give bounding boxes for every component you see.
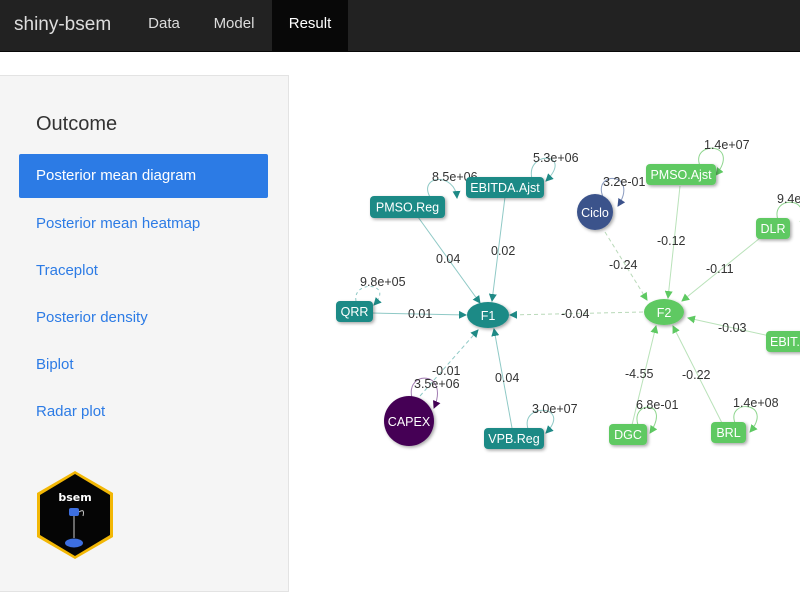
node-f1[interactable]: F1	[467, 302, 509, 328]
tab-model[interactable]: Model	[200, 0, 268, 51]
node-brl[interactable]: BRL	[711, 422, 746, 443]
node-capex[interactable]: CAPEX	[384, 396, 434, 446]
loading-ebit: -0.03	[718, 321, 747, 335]
node-dlr[interactable]: DLR	[756, 218, 790, 239]
node-dgc[interactable]: DGC	[609, 424, 647, 445]
variance-vpb: 3.0e+07	[532, 402, 578, 416]
loading-capex: -0.01	[432, 364, 461, 378]
node-dlr-label: DLR	[760, 222, 785, 236]
loading-f1-f2: -0.04	[561, 307, 590, 321]
node-brl-label: BRL	[716, 426, 740, 440]
sidebar-item-radar-plot[interactable]: Radar plot	[19, 390, 268, 434]
variance-ebitda: 5.3e+06	[533, 151, 579, 165]
sidebar-item-traceplot[interactable]: Traceplot	[19, 249, 268, 293]
node-f2-label: F2	[657, 306, 672, 320]
node-ciclo[interactable]: Ciclo	[577, 194, 613, 230]
node-capex-label: CAPEX	[388, 415, 431, 429]
logo-text: bsem	[58, 491, 91, 504]
loading-ebitda: 0.02	[491, 244, 515, 258]
node-ebitda-ajst-label: EBITDA.Ajst	[470, 181, 540, 195]
variance-ciclo: 3.2e-01	[603, 175, 645, 189]
variance-pmso-ajst: 1.4e+07	[704, 138, 750, 152]
variance-dlr: 9.4e	[777, 192, 800, 206]
tab-result[interactable]: Result	[272, 0, 348, 51]
sidebar-item-biplot[interactable]: Biplot	[19, 343, 268, 387]
loading-vpb: 0.04	[495, 371, 519, 385]
loading-ciclo: -0.24	[609, 258, 638, 272]
loading-dgc: -4.55	[625, 367, 654, 381]
node-vpb-reg[interactable]: VPB.Reg	[484, 428, 544, 449]
variance-qrr: 9.8e+05	[360, 275, 406, 289]
sidebar-item-posterior-mean-diagram[interactable]: Posterior mean diagram	[19, 154, 268, 198]
node-pmso-ajst-label: PMSO.Ajst	[650, 168, 712, 182]
loading-pmso-reg: 0.04	[436, 252, 460, 266]
node-qrr-label: QRR	[341, 305, 369, 319]
node-vpb-reg-label: VPB.Reg	[488, 432, 539, 446]
app-brand[interactable]: shiny-bsem	[14, 0, 111, 51]
node-pmso-ajst[interactable]: PMSO.Ajst	[646, 164, 716, 185]
loading-dlr: -0.11	[706, 262, 734, 276]
loading-qrr: 0.01	[408, 307, 432, 321]
node-f2[interactable]: F2	[644, 299, 684, 325]
node-pmso-reg[interactable]: PMSO.Reg	[370, 196, 445, 218]
node-qrr[interactable]: QRR	[336, 301, 373, 322]
variance-capex: 3.5e+06	[414, 377, 460, 391]
node-pmso-reg-label: PMSO.Reg	[376, 201, 439, 215]
node-ebit[interactable]: EBIT.	[766, 331, 800, 352]
node-ciclo-label: Ciclo	[581, 206, 609, 220]
posterior-mean-diagram: 0.04 0.02 0.01 0.04 -0.01 -0.04 -0.24 -0…	[336, 138, 800, 449]
tab-data[interactable]: Data	[135, 0, 193, 51]
top-navbar: shiny-bsem Data Model Result	[0, 0, 800, 52]
bsem-logo: bsem	[37, 471, 113, 559]
loading-pmso-ajst: -0.12	[657, 234, 686, 248]
loading-brl: -0.22	[682, 368, 711, 382]
sidebar-title: Outcome	[36, 113, 118, 135]
node-ebitda-ajst[interactable]: EBITDA.Ajst	[466, 177, 544, 198]
sidebar-item-posterior-density[interactable]: Posterior density	[19, 296, 268, 340]
node-f1-label: F1	[481, 309, 496, 323]
node-dgc-label: DGC	[614, 428, 642, 442]
variance-brl: 1.4e+08	[733, 396, 779, 410]
variance-dgc: 6.8e-01	[636, 398, 678, 412]
node-ebit-label: EBIT.	[770, 335, 800, 349]
sidebar-item-posterior-mean-heatmap[interactable]: Posterior mean heatmap	[19, 202, 268, 246]
